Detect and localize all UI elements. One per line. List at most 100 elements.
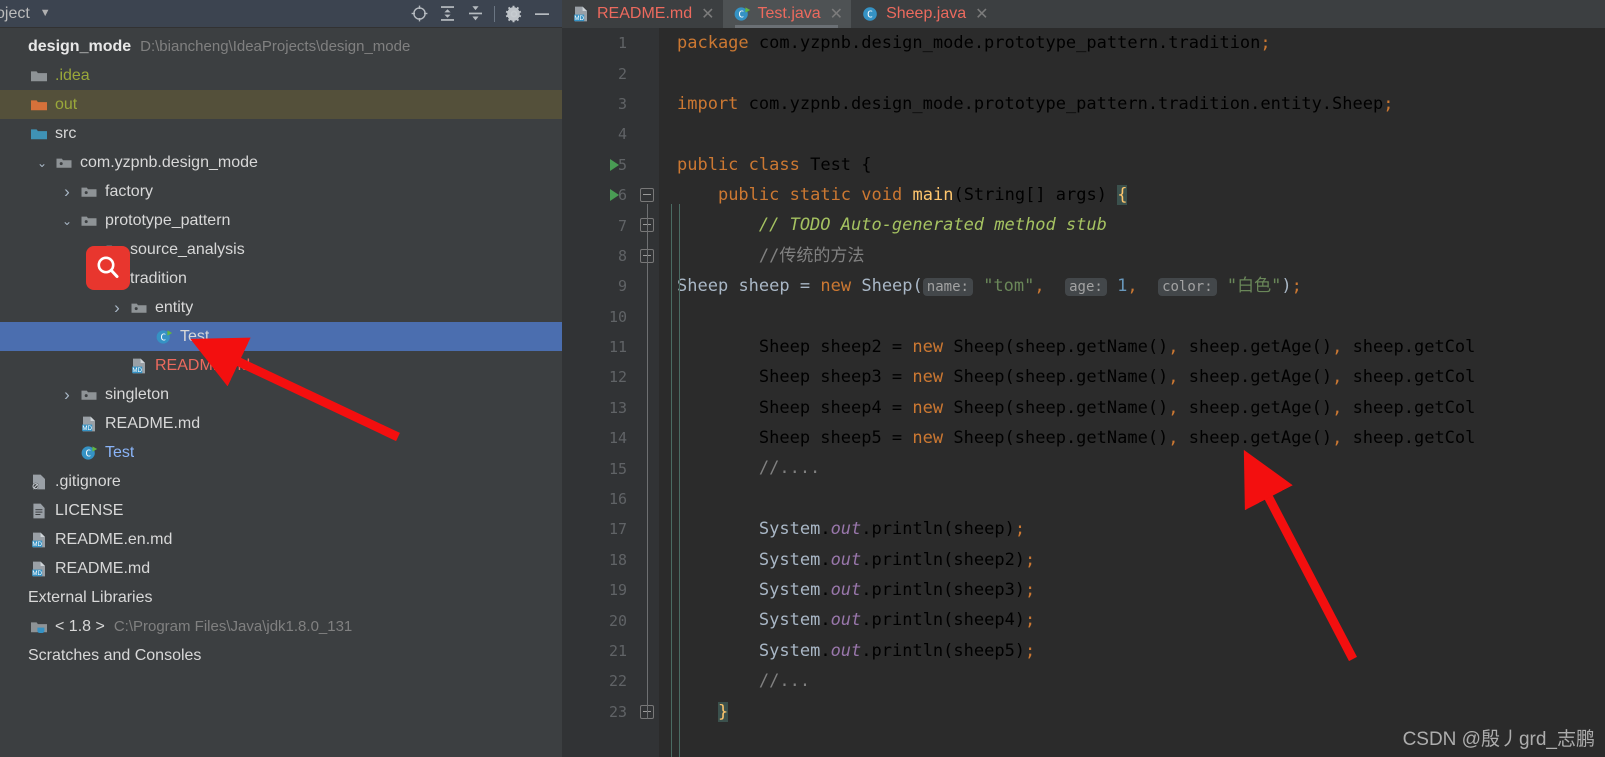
chevron-down-icon[interactable]: ⌄ — [81, 273, 103, 285]
line-number: 7 — [617, 216, 627, 235]
code-folding-strip[interactable] — [635, 28, 659, 757]
editor-tab-bar[interactable]: MD README.md ✕ C Test.java ✕ C Sheep.java ✕ — [562, 0, 1605, 28]
line-number: 22 — [608, 672, 627, 691]
code-line: Sheep sheep = new Sheep(name: "tom", age… — [677, 276, 1302, 297]
code-line: //... — [677, 671, 811, 692]
close-icon[interactable]: ✕ — [830, 4, 843, 24]
minimize-icon[interactable] — [528, 1, 556, 27]
code-line: // TODO Auto-generated method stub — [677, 215, 1107, 236]
tree-row-readme-md[interactable]: MD README.md — [0, 554, 562, 583]
collapse-all-icon[interactable] — [461, 1, 489, 27]
tree-row-readme-en-md[interactable]: MD README.en.md — [0, 525, 562, 554]
tree-row-label: LICENSE — [55, 501, 124, 519]
line-number: 10 — [608, 307, 627, 326]
chevron-right-icon[interactable]: › — [56, 386, 78, 403]
line-number: 9 — [617, 277, 627, 296]
tree-row-label: prototype_pattern — [105, 211, 231, 229]
tree-row-label: out — [55, 95, 78, 113]
tree-row-scratches-and-consoles[interactable]: Scratches and Consoles — [0, 641, 562, 670]
editor-area: MD README.md ✕ C Test.java ✕ C Sheep.java ✕ 1234… — [562, 0, 1605, 757]
tree-row-factory[interactable]: › factory — [0, 177, 562, 206]
chevron-down-icon[interactable]: ⌄ — [31, 157, 53, 169]
tree-row-source-analysis[interactable]: › source_analysis — [0, 235, 562, 264]
close-icon[interactable]: ✕ — [701, 4, 714, 24]
chevron-right-icon[interactable]: › — [106, 299, 128, 316]
tree-row-singleton[interactable]: › singleton — [0, 380, 562, 409]
idea-window: oject ▼ design_mode D:\biancheng\IdeaPro… — [0, 0, 1605, 757]
tree-row-gitignore[interactable]: .gitignore — [0, 467, 562, 496]
tree-row-1-8[interactable]: < 1.8 > C:\Program Files\Java\jdk1.8.0_13… — [0, 612, 562, 641]
tree-row-test[interactable]: C Test — [0, 322, 562, 351]
tree-row-test[interactable]: C Test — [0, 438, 562, 467]
line-number: 11 — [608, 338, 627, 357]
chevron-right-icon[interactable]: › — [56, 183, 78, 200]
package-icon — [103, 241, 125, 259]
class-run-icon: C — [153, 328, 175, 346]
class-run-icon: C — [78, 444, 100, 462]
tree-row-src[interactable]: src — [0, 119, 562, 148]
line-number: 6 — [617, 186, 627, 205]
run-class-icon[interactable] — [610, 158, 619, 171]
project-tree[interactable]: design_mode D:\biancheng\IdeaProjects\des… — [0, 28, 562, 757]
line-number: 2 — [617, 64, 627, 83]
tree-row-external-libraries[interactable]: External Libraries — [0, 583, 562, 612]
tree-row-license[interactable]: LICENSE — [0, 496, 562, 525]
code-line: Sheep sheep3 = new Sheep(sheep.getName()… — [677, 367, 1476, 388]
code-line: //传统的方法 — [677, 245, 865, 266]
tree-row-readme-md[interactable]: MD README.md — [0, 351, 562, 380]
indent-guide — [679, 204, 680, 757]
chevron-right-icon[interactable]: › — [81, 241, 103, 258]
tree-row-label: .gitignore — [55, 472, 121, 490]
package-icon — [53, 154, 75, 172]
gear-icon[interactable] — [500, 1, 528, 27]
tree-row-design-mode[interactable]: design_mode D:\biancheng\IdeaProjects\des… — [0, 32, 562, 61]
code-line: Sheep sheep5 = new Sheep(sheep.getName()… — [677, 428, 1476, 449]
tree-row-label: README.md — [155, 356, 251, 374]
markdown-icon: MD — [28, 560, 50, 578]
tree-row-label: singleton — [105, 385, 170, 403]
line-number: 8 — [617, 246, 627, 265]
folder-orange-icon — [28, 96, 50, 114]
tree-row-idea[interactable]: .idea — [0, 61, 562, 90]
markdown-icon: MD — [128, 357, 150, 375]
chevron-down-icon[interactable]: ▼ — [40, 8, 51, 19]
package-icon — [128, 299, 150, 317]
line-number: 12 — [608, 368, 627, 387]
project-panel-title: oject — [0, 4, 30, 22]
tree-row-label: README.md — [55, 559, 151, 577]
fold-collapse-icon[interactable] — [640, 188, 654, 202]
line-number: 23 — [608, 702, 627, 721]
locate-icon[interactable] — [405, 1, 433, 27]
code-editor[interactable]: 1 2 3 4 5 6 7 8 9 10 11 12 13 14 15 16 17 18 19 20 21 22 23 pa… — [562, 28, 1605, 757]
run-class-icon[interactable] — [610, 189, 619, 201]
expand-all-icon[interactable] — [433, 1, 461, 27]
svg-text:C: C — [85, 448, 91, 459]
tree-row-com-yzpnb-design-mode[interactable]: ⌄ com.yzpnb.design_mode — [0, 148, 562, 177]
tree-row-label: < 1.8 > — [55, 617, 105, 635]
chevron-down-icon[interactable]: ⌄ — [56, 215, 78, 227]
tree-row-prototype-pattern[interactable]: ⌄ prototype_pattern — [0, 206, 562, 235]
close-icon[interactable]: ✕ — [975, 4, 988, 24]
tree-row-tradition[interactable]: ⌄ tradition — [0, 264, 562, 293]
textfile-icon — [28, 502, 50, 520]
svg-text:C: C — [160, 332, 166, 343]
editor-tab-test-java[interactable]: C Test.java ✕ — [722, 0, 852, 28]
code-line: System.out.println(sheep4); — [758, 610, 1036, 631]
tree-row-out[interactable]: out — [0, 90, 562, 119]
code-text[interactable]: package com.yzpnb.design_mode.prototype_… — [659, 28, 1605, 757]
project-toolbar: oject ▼ — [0, 0, 562, 28]
tree-row-readme-md[interactable]: MD README.md — [0, 409, 562, 438]
code-line: } — [717, 701, 729, 722]
tree-row-label: Test — [105, 443, 135, 461]
tree-row-label: README.md — [105, 414, 201, 432]
tree-row-label: Scratches and Consoles — [28, 646, 202, 664]
gitignore-icon — [28, 473, 50, 491]
line-number: 13 — [608, 398, 627, 417]
tree-row-entity[interactable]: › entity — [0, 293, 562, 322]
tree-row-label: tradition — [130, 269, 187, 287]
editor-tab-sheep-java[interactable]: C Sheep.java ✕ — [851, 0, 996, 28]
line-number: 17 — [608, 520, 627, 539]
package-icon — [78, 183, 100, 201]
editor-tab-readme-md[interactable]: MD README.md ✕ — [562, 0, 723, 28]
